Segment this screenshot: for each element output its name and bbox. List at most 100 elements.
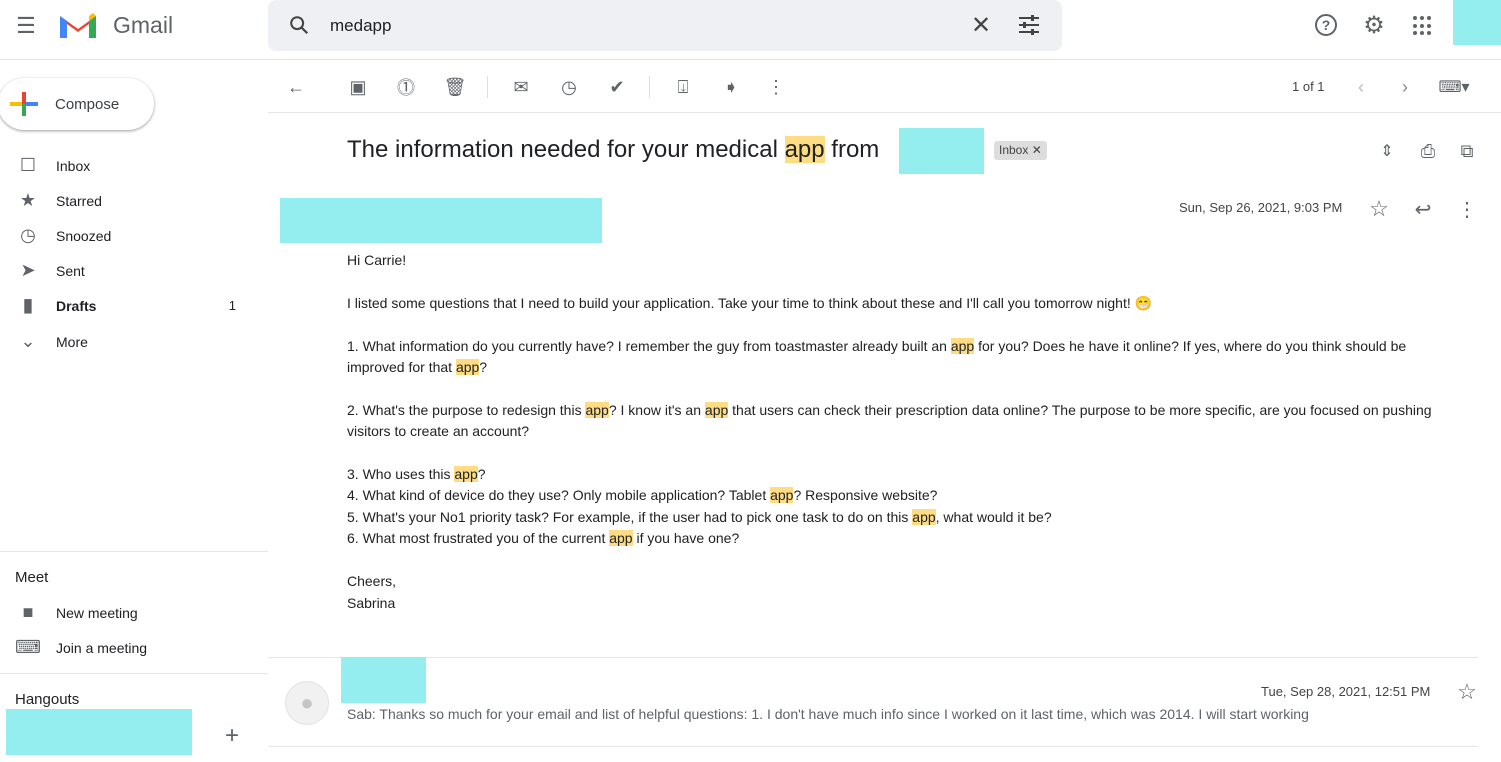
app-name: Gmail [113,12,174,38]
join-meeting-item[interactable]: ⌨ Join a meeting [0,630,268,665]
print-icon[interactable]: ⎙ [1417,140,1439,162]
back-icon[interactable]: ← [285,76,307,98]
search-highlight: app [585,402,609,418]
search-options-icon[interactable] [1016,12,1042,38]
body-text: if you have one? [632,530,740,546]
reply-snippet[interactable]: Sab: Thanks so much for your email and l… [347,706,1309,722]
label-icon[interactable]: ➧ [720,76,742,98]
star-icon[interactable]: ☆ [1367,196,1391,221]
expand-all-icon[interactable]: ⇕ [1376,140,1398,162]
video-camera-icon: ■ [22,602,34,622]
body-text: 2. What's the purpose to redesign this [347,402,586,418]
body-text: , what would it be? [935,509,1052,525]
search-highlight: app [704,402,729,418]
body-text: ? Responsive website? [793,487,938,503]
body-text: 6. What most frustrated you of the curre… [347,530,610,546]
hangouts-user[interactable] [6,709,192,755]
remove-label-icon[interactable]: ✕ [1032,143,1042,157]
search-highlight: app [454,466,478,482]
body-text: visitors to create an account? [347,423,530,439]
body-line: I listed some questions that I need to b… [347,295,1152,312]
search-highlight: app [950,338,975,354]
gmail-logo-icon [60,13,96,38]
chevron-down-icon: ⌄ [20,331,36,351]
body-line: 1. What information do you currently hav… [347,338,1406,354]
keyboard-icon: ⌨ [15,637,41,657]
svg-text:?: ? [1322,17,1331,33]
body-text: Sabrina [347,595,396,611]
open-new-window-icon[interactable]: ⧉ [1456,140,1478,162]
message-more-icon[interactable]: ⋮ [1455,197,1479,221]
report-spam-icon[interactable]: ⓵ [395,76,417,98]
move-to-icon[interactable]: ⍗ [672,76,694,98]
add-hangout-icon[interactable]: + [220,722,244,749]
input-tools-icon[interactable]: ⌨▾ [1436,76,1472,98]
sender-redacted [280,198,602,243]
apps-icon[interactable] [1413,16,1433,36]
search-input[interactable]: medapp [330,16,391,36]
reply-avatar: ● [285,681,329,725]
snooze-icon[interactable]: ◷ [558,76,580,98]
sidebar-divider-2 [0,673,268,674]
sidebar-item-drafts[interactable]: ▮ Drafts 1 [0,288,268,323]
clock-icon: ◷ [20,225,36,245]
reply-date: Tue, Sep 28, 2021, 12:51 PM [1261,684,1431,699]
older-icon[interactable]: › [1394,76,1416,98]
sidebar-divider [0,551,268,552]
gmail-logo[interactable] [58,10,98,40]
subject-sender-redacted [899,128,984,174]
body-text: 5. What's your No1 priority task? For ex… [347,509,913,525]
more-options-icon[interactable]: ⋮ [765,76,787,98]
body-line: 2. What's the purpose to redesign this a… [347,402,1432,418]
email-subject: The information needed for your medical … [347,136,880,163]
sidebar-item-inbox[interactable]: ☐ Inbox [0,148,268,183]
search-highlight: app [455,359,480,375]
body-line: 5. What's your No1 priority task? For ex… [347,509,1052,525]
body-text: for you? Does he have it online? If yes,… [974,338,1407,354]
settings-icon[interactable]: ⚙ [1361,12,1387,39]
body-text: Hi Carrie! [347,252,407,268]
thread-divider-2 [268,746,1478,747]
toolbar-separator-2 [649,76,650,98]
newer-icon[interactable]: ‹ [1350,76,1372,98]
delete-icon[interactable]: 🗑 [444,76,467,98]
body-text: ? [477,466,486,482]
search-icon[interactable] [286,12,312,38]
clear-search-icon[interactable]: ✕ [968,12,994,39]
sidebar-item-snoozed[interactable]: ◷ Snoozed [0,218,268,253]
sidebar-item-sent[interactable]: ➤ Sent [0,253,268,288]
reply-sender-redacted [341,657,426,703]
reply-icon[interactable]: ↩ [1411,197,1435,221]
add-task-icon[interactable]: ✔ [606,76,628,98]
thread-divider [268,657,1478,658]
help-icon[interactable]: ? [1313,12,1339,38]
inbox-icon: ☐ [19,155,37,175]
reply-star-icon[interactable]: ☆ [1455,679,1479,704]
send-icon: ➤ [20,260,36,280]
main-menu-icon[interactable]: ☰ [12,12,40,40]
mark-unread-icon[interactable]: ✉ [510,76,532,98]
body-text: Cheers, [347,573,397,589]
drafts-count: 1 [228,298,236,313]
body-text: 3. Who uses this [347,466,455,482]
search-bar[interactable]: medapp ✕ [268,0,1062,51]
meet-title: Meet [15,569,49,586]
toolbar-divider [268,112,1501,113]
sidebar-item-more[interactable]: ⌄ More [0,324,268,359]
body-line: improved for that app? [347,359,487,375]
archive-icon[interactable]: ▣ [347,76,369,98]
compose-plus-icon [10,92,38,116]
inbox-label-badge[interactable]: Inbox ✕ [994,141,1047,160]
body-line: visitors to create an account? [347,423,529,439]
body-line: Cheers, [347,573,396,589]
star-icon: ★ [19,190,37,210]
hangouts-title: Hangouts [15,691,80,708]
body-line: 4. What kind of device do they use? Only… [347,487,937,503]
person-icon: ● [300,690,314,715]
body-line: 6. What most frustrated you of the curre… [347,530,739,546]
sidebar-item-starred[interactable]: ★ Starred [0,183,268,218]
new-meeting-item[interactable]: ■ New meeting [0,595,268,630]
pagination-text: 1 of 1 [1292,79,1325,94]
compose-button[interactable]: Compose [0,78,154,130]
account-avatar[interactable] [1453,0,1501,45]
